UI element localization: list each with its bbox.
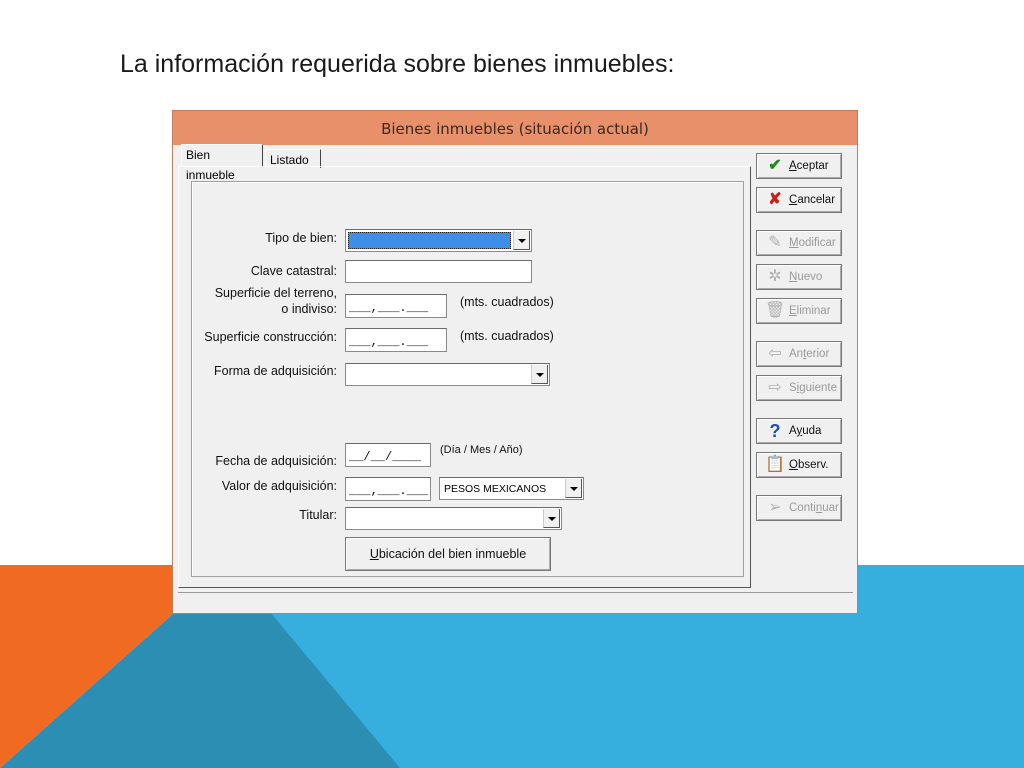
nuevo-button[interactable]: ✲ Nuevo	[756, 264, 842, 290]
valor-adquisicion-input[interactable]: ___,___.___	[345, 477, 431, 501]
titular-select[interactable]	[345, 507, 562, 530]
moneda-value: PESOS MEXICANOS	[444, 483, 547, 495]
chevron-down-icon[interactable]	[565, 479, 582, 498]
moneda-select[interactable]: PESOS MEXICANOS	[439, 477, 584, 500]
forma-adquisicion-label: Forma de adquisición:	[214, 364, 337, 378]
superficie-terreno-label: Superficie del terreno, o indiviso:	[215, 285, 337, 317]
modificar-button[interactable]: ✎ Modificar	[756, 230, 842, 256]
observ-button-label: Observ.	[789, 459, 829, 471]
superficie-terreno-unit: (mts. cuadrados)	[460, 295, 554, 309]
tipo-de-bien-selection	[348, 232, 511, 249]
ayuda-button[interactable]: ? Ayuda	[756, 418, 842, 444]
cancelar-button-label: Cancelar	[789, 194, 836, 206]
observ-button[interactable]: 📋 Observ.	[756, 452, 842, 478]
superficie-construccion-mask: ___,___.___	[349, 335, 429, 349]
clave-catastral-label: Clave catastral:	[250, 264, 337, 278]
siguiente-button[interactable]: ⇨ Siguiente	[756, 375, 842, 401]
continuar-button-label: Continuar	[789, 502, 839, 514]
valor-adquisicion-mask: ___,___.___	[349, 484, 429, 498]
help-icon: ?	[769, 421, 781, 441]
slide-title: La información requerida sobre bienes in…	[120, 50, 675, 78]
ayuda-button-label: Ayuda	[789, 425, 822, 437]
tipo-de-bien-label: Tipo de bien:	[265, 231, 337, 245]
superficie-construccion-input[interactable]: ___,___.___	[345, 328, 447, 352]
tab-bien-inmueble[interactable]: Bien inmueble	[181, 144, 263, 182]
ubicacion-button-label: bicación del bien inmueble	[378, 547, 527, 561]
superficie-terreno-label-line2: o indiviso:	[281, 302, 337, 316]
valor-adquisicion-label: Valor de adquisición:	[221, 479, 337, 493]
arrow-right-icon: ⇨	[768, 379, 782, 396]
status-bar	[178, 592, 853, 607]
cancelar-button[interactable]: ✘ Cancelar	[756, 187, 842, 213]
modificar-button-label: Modificar	[789, 237, 836, 249]
eliminar-button[interactable]: 🗑 Eliminar	[756, 298, 842, 324]
anterior-button-label: Anterior	[789, 348, 830, 360]
eliminar-button-label: Eliminar	[789, 305, 831, 317]
superficie-construccion-label: Superficie construcción:	[204, 330, 337, 344]
siguiente-button-label: Siguiente	[789, 382, 837, 394]
superficie-terreno-input[interactable]: ___,___.___	[345, 294, 447, 318]
superficie-terreno-mask: ___,___.___	[349, 301, 429, 315]
nuevo-button-label: Nuevo	[789, 271, 823, 283]
superficie-construccion-unit: (mts. cuadrados)	[460, 329, 554, 343]
fecha-format-hint: (Día / Mes / Año)	[440, 444, 523, 456]
aceptar-button[interactable]: ✔ Aceptar	[756, 153, 842, 179]
arrow-left-icon: ⇦	[768, 345, 782, 362]
ubicacion-button-mnemonic: U	[369, 547, 379, 561]
notes-icon: 📋	[765, 456, 785, 473]
clave-catastral-input[interactable]	[345, 260, 532, 283]
tab-panel: Tipo de bien: Clave catastral: Superfici…	[178, 166, 751, 588]
dialog-title: Bienes inmuebles (situación actual)	[173, 111, 857, 145]
anterior-button[interactable]: ⇦ Anterior	[756, 341, 842, 367]
trash-icon: 🗑	[765, 302, 786, 319]
aceptar-button-label: Aceptar	[789, 160, 829, 172]
new-icon: ✲	[768, 268, 782, 285]
forma-adquisicion-select[interactable]	[345, 363, 550, 386]
bienes-inmuebles-dialog: Bienes inmuebles (situación actual) Bien…	[172, 110, 858, 614]
continuar-button[interactable]: ➢ Continuar	[756, 495, 842, 521]
superficie-terreno-label-line1: Superficie del terreno,	[214, 286, 337, 300]
fecha-adquisicion-mask: __/__/____	[349, 450, 422, 464]
chevron-down-icon[interactable]	[531, 365, 548, 384]
chevron-down-icon[interactable]	[543, 509, 560, 528]
ubicacion-bien-inmueble-button[interactable]: Ubicación del bien inmueble	[345, 537, 551, 571]
chevron-down-icon[interactable]	[513, 231, 530, 250]
fecha-adquisicion-input[interactable]: __/__/____	[345, 443, 431, 467]
tipo-de-bien-select[interactable]	[345, 229, 532, 252]
check-icon: ✔	[768, 157, 782, 174]
titular-label: Titular:	[299, 508, 337, 522]
edit-icon: ✎	[768, 234, 782, 251]
x-icon: ✘	[768, 191, 782, 208]
continue-icon: ➢	[768, 499, 782, 516]
fecha-adquisicion-label: Fecha de adquisición:	[215, 454, 337, 468]
